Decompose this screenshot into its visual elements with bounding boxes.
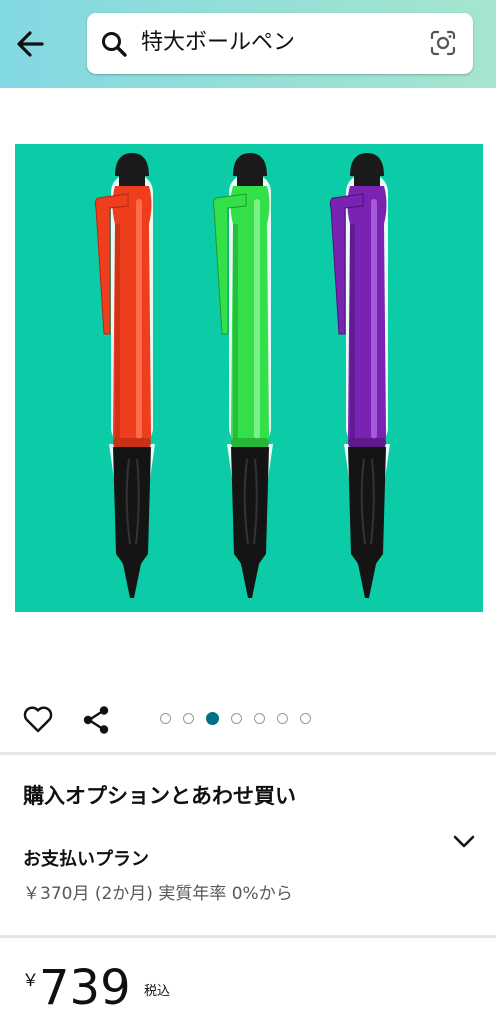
pen-tip xyxy=(123,564,141,598)
pen-shade xyxy=(350,224,355,439)
pen-cap-stem xyxy=(354,174,380,186)
pens-illustration xyxy=(94,153,390,598)
carousel-dot[interactable] xyxy=(183,713,194,724)
carousel-dot[interactable] xyxy=(254,713,265,724)
pen-tip xyxy=(241,564,259,598)
carousel-dot[interactable] xyxy=(277,713,288,724)
carousel-dot[interactable] xyxy=(206,712,219,725)
image-actions-row xyxy=(0,698,496,742)
pen-ring xyxy=(231,438,269,448)
pen-ring xyxy=(348,438,386,448)
buy-options-title: 購入オプションとあわせ買い xyxy=(23,784,296,808)
product-image[interactable] xyxy=(15,144,483,612)
search-icon xyxy=(102,32,127,57)
search-bar[interactable]: 特大ボールペン xyxy=(87,13,473,74)
section-divider xyxy=(0,935,496,938)
tax-label: 税込 xyxy=(144,984,171,999)
carousel-dot[interactable] xyxy=(160,713,171,724)
chevron-down-icon[interactable] xyxy=(452,833,476,851)
pen-highlight xyxy=(136,199,142,439)
pen-grip xyxy=(231,447,269,564)
camera-lens-icon[interactable] xyxy=(429,29,457,57)
pen-cap-stem xyxy=(119,174,145,186)
pen-shade xyxy=(115,224,120,439)
pen-shade xyxy=(233,224,238,439)
payment-plan-detail[interactable]: ￥370月 (2か月) 実質年率 0%から xyxy=(23,879,293,904)
pen-cap xyxy=(233,153,267,176)
pen-cap-stem xyxy=(237,174,263,186)
pen-highlight xyxy=(371,199,377,439)
pen-tip xyxy=(358,564,376,598)
pen-grip xyxy=(113,447,151,564)
currency-symbol: ￥ xyxy=(22,971,39,991)
carousel-dot[interactable] xyxy=(231,713,242,724)
section-divider xyxy=(0,752,496,755)
payment-plan-title[interactable]: お支払いプラン xyxy=(23,845,149,871)
heart-icon[interactable] xyxy=(22,704,54,734)
pen xyxy=(212,153,273,598)
pen-cap xyxy=(350,153,384,176)
header-bar: 特大ボールペン xyxy=(0,0,496,88)
pen-cap xyxy=(115,153,149,176)
price-amount: 739 xyxy=(39,960,131,1016)
search-input[interactable]: 特大ボールペン xyxy=(141,29,295,57)
carousel-dots xyxy=(160,712,311,725)
pen xyxy=(94,153,155,598)
back-arrow-icon[interactable] xyxy=(12,26,52,62)
share-icon[interactable] xyxy=(80,704,112,736)
pen-highlight xyxy=(254,199,260,439)
pen xyxy=(329,153,390,598)
pen-ring xyxy=(113,438,151,448)
pen-grip xyxy=(348,447,386,564)
carousel-dot[interactable] xyxy=(300,713,311,724)
